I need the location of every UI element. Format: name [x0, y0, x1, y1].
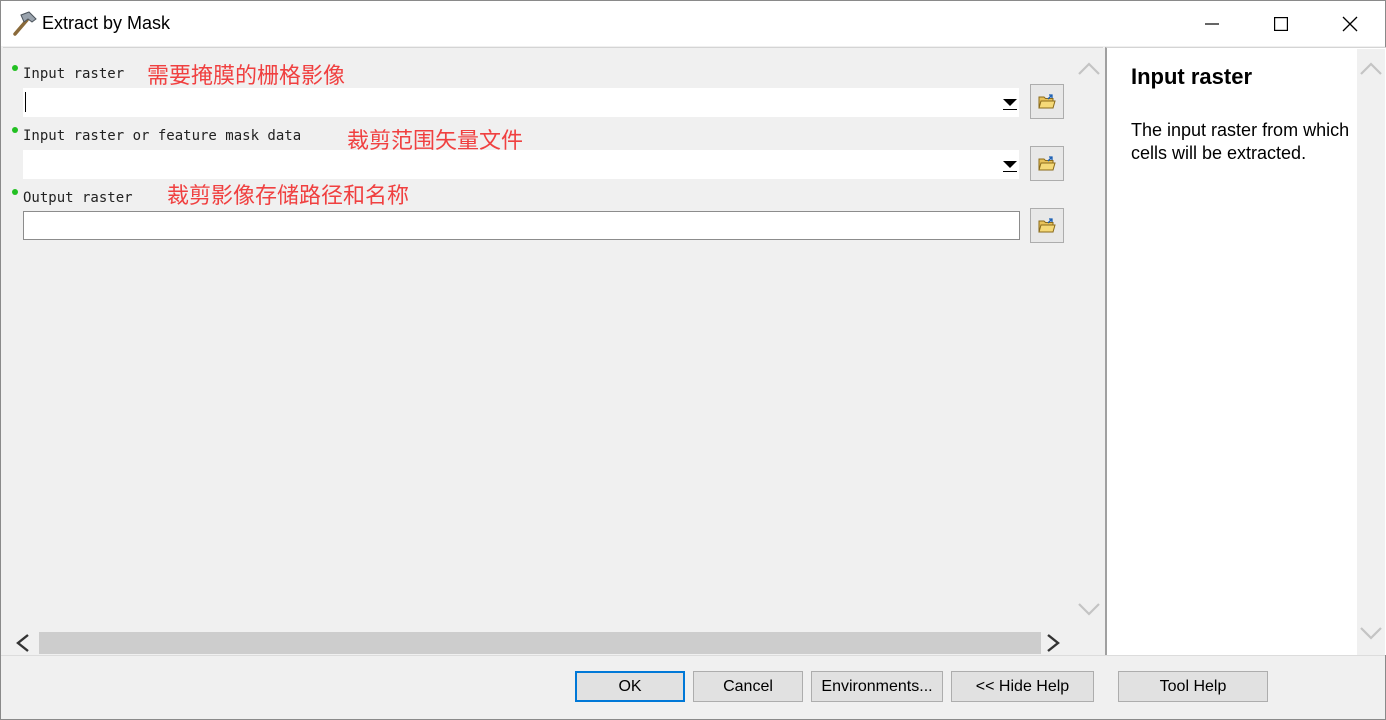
- scroll-down-icon[interactable]: [1359, 625, 1383, 641]
- maximize-button[interactable]: [1246, 1, 1316, 46]
- text-caret: [25, 92, 26, 112]
- open-folder-icon: [1038, 94, 1056, 109]
- scroll-up-icon[interactable]: [1359, 61, 1383, 77]
- mask-data-browse-button[interactable]: [1030, 146, 1064, 181]
- minimize-button[interactable]: [1177, 1, 1247, 46]
- parameters-panel: Input raster 需要掩膜的栅格影像 Input raster or f…: [3, 47, 1103, 655]
- required-indicator: [12, 65, 18, 71]
- parameters-horizontal-scrollbar[interactable]: [3, 629, 1075, 657]
- mask-data-combo[interactable]: [23, 150, 1019, 179]
- ok-button[interactable]: OK: [575, 671, 685, 702]
- hammer-icon: [13, 11, 37, 36]
- minimize-icon: [1205, 22, 1219, 25]
- help-panel: Input raster The input raster from which…: [1105, 47, 1386, 655]
- input-raster-browse-button[interactable]: [1030, 84, 1064, 119]
- extract-by-mask-dialog: Extract by Mask Input raster 需要掩膜的栅格影像 I…: [0, 0, 1386, 720]
- output-raster-browse-button[interactable]: [1030, 208, 1064, 243]
- maximize-icon: [1274, 16, 1288, 31]
- input-raster-label: Input raster: [23, 66, 125, 82]
- open-folder-icon: [1038, 218, 1056, 233]
- input-raster-annotation: 需要掩膜的栅格影像: [147, 64, 346, 89]
- required-indicator: [12, 127, 18, 133]
- output-raster-field[interactable]: [23, 211, 1020, 240]
- help-description: The input raster from which cells will b…: [1131, 120, 1350, 163]
- environments-button[interactable]: Environments...: [811, 671, 943, 702]
- tool-help-button[interactable]: Tool Help: [1118, 671, 1268, 702]
- help-title: Input raster: [1131, 64, 1253, 89]
- scroll-left-icon[interactable]: [15, 633, 31, 653]
- scroll-thumb[interactable]: [39, 632, 1041, 654]
- window-title: Extract by Mask: [42, 13, 171, 33]
- required-indicator: [12, 189, 18, 195]
- cancel-button[interactable]: Cancel: [693, 671, 803, 702]
- output-raster-label: Output raster: [23, 190, 133, 206]
- close-icon: [1342, 16, 1358, 31]
- close-button[interactable]: [1315, 1, 1385, 46]
- title-bar: Extract by Mask: [1, 1, 1385, 46]
- scroll-right-icon[interactable]: [1045, 633, 1061, 653]
- parameters-vertical-scrollbar[interactable]: [1075, 49, 1103, 629]
- dropdown-arrow-icon[interactable]: [1003, 158, 1017, 172]
- input-raster-combo[interactable]: [23, 88, 1019, 117]
- dropdown-arrow-icon[interactable]: [1003, 96, 1017, 110]
- output-raster-annotation: 裁剪影像存储路径和名称: [167, 184, 410, 209]
- scroll-down-icon[interactable]: [1077, 601, 1101, 617]
- mask-data-label: Input raster or feature mask data: [23, 128, 302, 144]
- open-folder-icon: [1038, 156, 1056, 171]
- hide-help-button[interactable]: << Hide Help: [951, 671, 1094, 702]
- scroll-up-icon[interactable]: [1077, 61, 1101, 77]
- help-vertical-scrollbar[interactable]: [1357, 49, 1385, 655]
